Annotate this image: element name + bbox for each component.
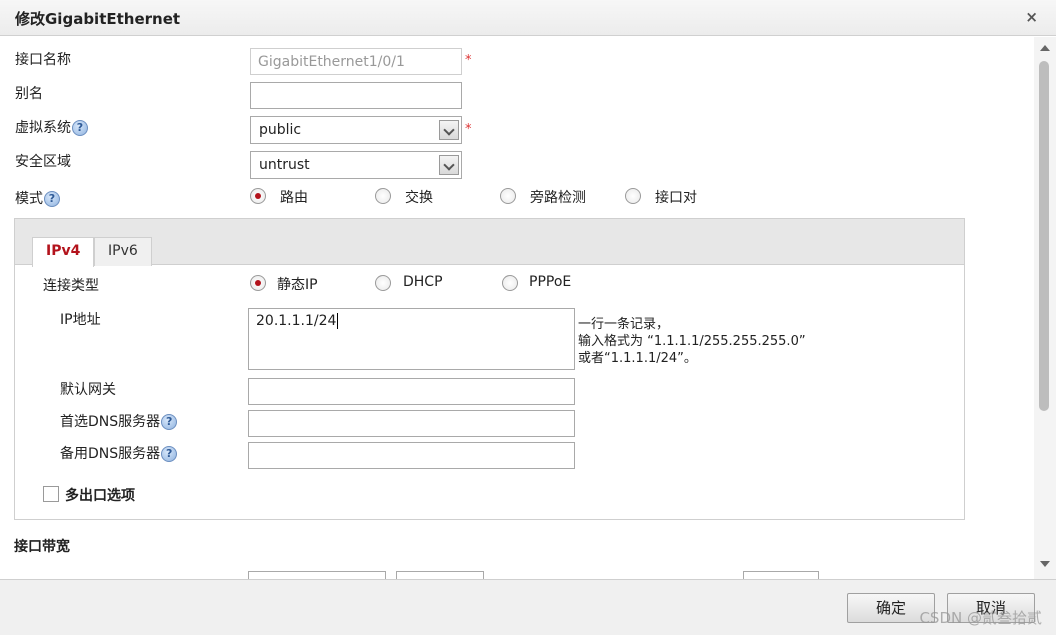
hint-line: 一行一条记录， — [578, 317, 670, 332]
mode-radio-switch[interactable] — [375, 188, 391, 204]
mode-option-bypass: 旁路检测 — [530, 190, 586, 206]
mode-option-pair: 接口对 — [655, 190, 697, 206]
help-icon[interactable]: ? — [44, 191, 60, 207]
required-mark: * — [465, 122, 472, 137]
watermark: CSDN @贰叁拾贰 — [919, 609, 1042, 627]
scroll-thumb[interactable] — [1039, 61, 1049, 411]
conn-radio-static[interactable] — [250, 275, 266, 291]
gateway-input[interactable] — [248, 378, 575, 405]
dns1-label: 首选DNS服务器? — [60, 411, 178, 431]
zone-select[interactable]: untrust — [250, 151, 462, 179]
gateway-label: 默认网关 — [60, 382, 116, 398]
alias-label: 别名 — [15, 86, 43, 102]
interface-name-input — [250, 48, 462, 75]
mode-radio-route[interactable] — [250, 188, 266, 204]
conn-option-static: 静态IP — [277, 277, 318, 293]
ip-config-panel: IPv4 IPv6 连接类型 静态IP DHCP PPPoE IP地址 20.1… — [14, 218, 965, 520]
conn-radio-pppoe[interactable] — [502, 275, 518, 291]
close-icon[interactable]: × — [1025, 8, 1038, 26]
help-icon[interactable]: ? — [161, 446, 178, 462]
ip-address-hint: 一行一条记录， 输入格式为 “1.1.1.1/255.255.255.0” 或者… — [578, 316, 806, 367]
multi-egress-checkbox[interactable] — [43, 486, 59, 502]
dns2-input[interactable] — [248, 442, 575, 469]
multi-egress-label: 多出口选项 — [65, 488, 135, 504]
mode-option-switch: 交换 — [405, 190, 433, 206]
mode-radio-pair[interactable] — [625, 188, 641, 204]
zone-select-value: untrust — [259, 157, 310, 173]
interface-name-label: 接口名称 — [15, 52, 71, 68]
required-mark: * — [465, 53, 472, 68]
dns1-label-text: 首选DNS服务器 — [60, 414, 161, 430]
tab-ipv6[interactable]: IPv6 — [94, 237, 152, 266]
dialog-content: 接口名称 * 别名 虚拟系统? public * 安全区域 untrust 模式… — [0, 37, 1034, 579]
chevron-down-icon[interactable] — [439, 155, 459, 175]
vsys-select-value: public — [259, 122, 302, 138]
mode-label-text: 模式 — [15, 191, 43, 207]
conn-type-label: 连接类型 — [43, 278, 99, 294]
dialog-footer: 确定 取消 CSDN @贰叁拾贰 — [0, 579, 1056, 635]
scroll-down-icon[interactable] — [1040, 561, 1050, 567]
vertical-scrollbar[interactable] — [1034, 37, 1056, 579]
dns2-label-text: 备用DNS服务器 — [60, 446, 161, 462]
mode-option-route: 路由 — [280, 190, 308, 206]
vsys-label-text: 虚拟系统 — [15, 120, 71, 136]
ip-address-textarea[interactable]: 20.1.1.1/24 — [248, 308, 575, 370]
conn-option-dhcp: DHCP — [403, 274, 443, 290]
zone-label: 安全区域 — [15, 154, 71, 170]
ip-address-value: 20.1.1.1/24 — [256, 313, 337, 329]
hint-line: 或者“1.1.1.1/24”。 — [578, 351, 697, 366]
vsys-label: 虚拟系统? — [15, 117, 88, 137]
help-icon[interactable]: ? — [161, 414, 178, 430]
alias-input[interactable] — [250, 82, 462, 109]
hint-line: 输入格式为 “1.1.1.1/255.255.255.0” — [578, 334, 806, 349]
chevron-down-icon[interactable] — [439, 120, 459, 140]
bandwidth-input-2[interactable] — [743, 571, 819, 579]
bandwidth-input[interactable] — [248, 571, 386, 579]
tab-strip: IPv4 IPv6 — [15, 219, 964, 267]
dialog-title: 修改GigabitEthernet — [15, 10, 181, 28]
mode-radio-bypass[interactable] — [500, 188, 516, 204]
help-icon[interactable]: ? — [72, 120, 88, 136]
dialog-titlebar: 修改GigabitEthernet × — [0, 0, 1056, 36]
conn-radio-dhcp[interactable] — [375, 275, 391, 291]
dns1-input[interactable] — [248, 410, 575, 437]
tab-ipv4[interactable]: IPv4 — [32, 237, 95, 267]
bandwidth-unit-select[interactable] — [396, 571, 484, 579]
ip-address-label: IP地址 — [60, 312, 101, 328]
conn-option-pppoe: PPPoE — [529, 274, 572, 290]
mode-label: 模式? — [15, 188, 60, 208]
scroll-up-icon[interactable] — [1040, 45, 1050, 51]
dns2-label: 备用DNS服务器? — [60, 443, 178, 463]
vsys-select[interactable]: public — [250, 116, 462, 144]
bandwidth-section-title: 接口带宽 — [14, 539, 70, 555]
